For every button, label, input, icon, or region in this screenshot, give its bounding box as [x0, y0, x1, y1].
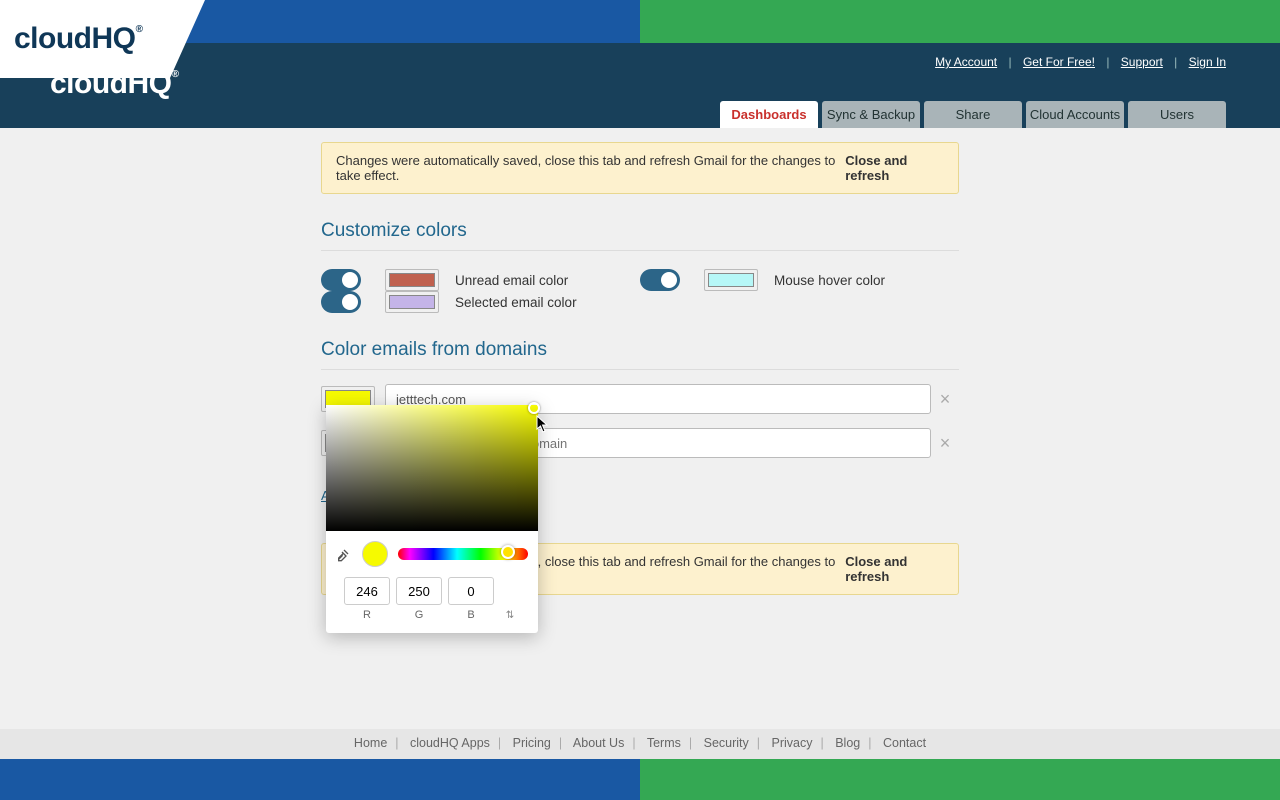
- tab-cloud-accounts[interactable]: Cloud Accounts: [1026, 101, 1124, 128]
- domain-remove-1[interactable]: ×: [931, 433, 959, 454]
- bottom-color-band: [0, 759, 1280, 800]
- hue-thumb[interactable]: [501, 545, 515, 559]
- saturation-cursor[interactable]: [528, 402, 540, 414]
- support-link[interactable]: Support: [1121, 55, 1163, 69]
- footer: Home| cloudHQ Apps| Pricing| About Us| T…: [0, 729, 1280, 759]
- save-notice: Changes were automatically saved, close …: [321, 142, 959, 194]
- footer-pricing[interactable]: Pricing: [513, 736, 551, 750]
- tab-users[interactable]: Users: [1128, 101, 1226, 128]
- footer-terms[interactable]: Terms: [647, 736, 681, 750]
- tab-dashboards[interactable]: Dashboards: [720, 101, 818, 128]
- footer-about[interactable]: About Us: [573, 736, 624, 750]
- footer-home[interactable]: Home: [354, 736, 387, 750]
- swatch-selected[interactable]: [385, 291, 439, 313]
- footer-blog[interactable]: Blog: [835, 736, 860, 750]
- color-mode-toggle[interactable]: ⇅: [500, 610, 520, 621]
- section-title-domains: Color emails from domains: [321, 339, 959, 370]
- rgb-g-input[interactable]: [396, 577, 442, 605]
- close-refresh-link-bottom[interactable]: Close and refresh: [845, 554, 944, 584]
- get-free-link[interactable]: Get For Free!: [1023, 55, 1095, 69]
- logo-text: cloudHQ®: [14, 22, 136, 56]
- my-account-link[interactable]: My Account: [935, 55, 997, 69]
- rgb-b-label: B: [448, 609, 494, 621]
- toggle-hover[interactable]: [640, 269, 680, 291]
- rgb-g-label: G: [396, 609, 442, 621]
- footer-apps[interactable]: cloudHQ Apps: [410, 736, 490, 750]
- tab-sync-backup[interactable]: Sync & Backup: [822, 101, 920, 128]
- toggle-selected[interactable]: [321, 291, 361, 313]
- rgb-r-label: R: [344, 609, 390, 621]
- color-preview: [362, 541, 388, 567]
- swatch-unread[interactable]: [385, 269, 439, 291]
- header: cloudHQ® My Account | Get For Free! | Su…: [0, 43, 1280, 128]
- sign-in-link[interactable]: Sign In: [1189, 55, 1226, 69]
- label-selected: Selected email color: [455, 295, 577, 310]
- footer-contact[interactable]: Contact: [883, 736, 926, 750]
- swatch-hover[interactable]: [704, 269, 758, 291]
- color-picker-popup: R G B ⇅: [326, 405, 538, 633]
- eyedropper-icon[interactable]: [336, 546, 352, 562]
- notice-text: Changes were automatically saved, close …: [336, 153, 845, 183]
- close-refresh-link[interactable]: Close and refresh: [845, 153, 944, 183]
- section-title-customize: Customize colors: [321, 220, 959, 251]
- tab-share[interactable]: Share: [924, 101, 1022, 128]
- top-utility-links: My Account | Get For Free! | Support | S…: [935, 55, 1226, 69]
- footer-security[interactable]: Security: [704, 736, 749, 750]
- hue-slider[interactable]: [398, 548, 528, 560]
- footer-privacy[interactable]: Privacy: [772, 736, 813, 750]
- toggle-unread[interactable]: [321, 269, 361, 291]
- label-hover: Mouse hover color: [774, 273, 885, 288]
- domain-remove-0[interactable]: ×: [931, 389, 959, 410]
- rgb-r-input[interactable]: [344, 577, 390, 605]
- nav-tabs: Dashboards Sync & Backup Share Cloud Acc…: [720, 101, 1226, 128]
- rgb-b-input[interactable]: [448, 577, 494, 605]
- main-content: Changes were automatically saved, close …: [0, 128, 1280, 730]
- saturation-panel[interactable]: [326, 405, 538, 531]
- label-unread: Unread email color: [455, 273, 568, 288]
